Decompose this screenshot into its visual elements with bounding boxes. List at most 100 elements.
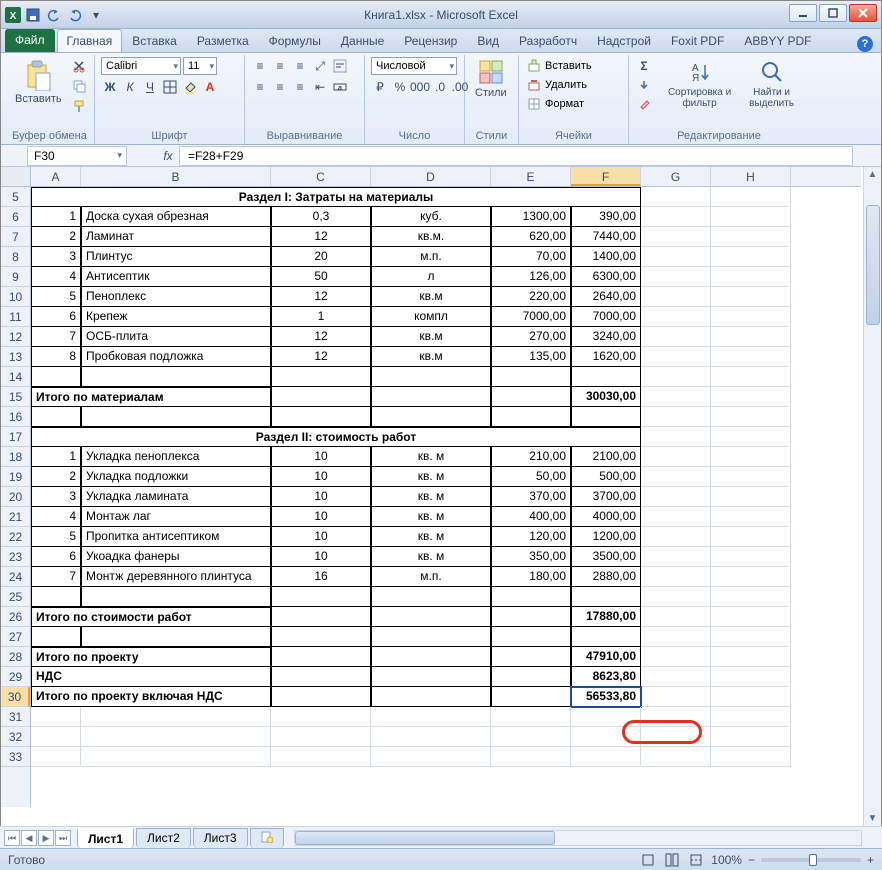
sheet-tab-Лист1[interactable]: Лист1 (77, 828, 134, 848)
fill-icon[interactable] (635, 76, 653, 94)
cells-insert-button[interactable]: Вставить (525, 57, 592, 75)
row-header-19[interactable]: 19 (1, 467, 30, 487)
styles-button[interactable]: Стили (471, 57, 511, 101)
view-normal-icon[interactable] (639, 851, 657, 869)
ribbon-tab-данные[interactable]: Данные (331, 29, 394, 52)
number-format-combo[interactable]: Числовой (371, 57, 457, 75)
ribbon-tab-надстрой[interactable]: Надстрой (587, 29, 661, 52)
inc-dec-icon[interactable]: .0 (431, 78, 449, 96)
indent-dec-icon[interactable]: ⇤ (311, 78, 329, 96)
cell[interactable] (271, 587, 371, 607)
row-number[interactable]: 4 (31, 267, 81, 287)
cell[interactable] (641, 387, 711, 407)
row-header-27[interactable]: 27 (1, 627, 30, 647)
row-header-14[interactable]: 14 (1, 367, 30, 387)
cell[interactable] (371, 407, 491, 427)
sheet-nav-first-icon[interactable]: ⏮ (4, 830, 20, 846)
cell[interactable] (371, 607, 491, 627)
cell[interactable] (81, 367, 271, 387)
cell[interactable] (641, 747, 711, 767)
align-center-icon[interactable]: ≡ (271, 78, 289, 96)
cell[interactable] (641, 667, 711, 687)
item-qty[interactable]: 12 (271, 347, 371, 367)
zoom-out-icon[interactable]: − (748, 853, 755, 867)
cell[interactable] (641, 327, 711, 347)
autosum-icon[interactable]: Σ (635, 57, 653, 75)
cell[interactable] (571, 727, 641, 747)
row-header-33[interactable]: 33 (1, 747, 30, 767)
row-header-8[interactable]: 8 (1, 247, 30, 267)
total-value[interactable]: 47910,00 (571, 647, 641, 667)
cell[interactable] (641, 467, 711, 487)
sheet-tab-Лист3[interactable]: Лист3 (193, 828, 248, 848)
col-header-C[interactable]: C (271, 167, 371, 186)
cell[interactable] (711, 567, 791, 587)
item-unit[interactable]: кв.м (371, 347, 491, 367)
item-price[interactable]: 180,00 (491, 567, 571, 587)
cell[interactable] (81, 747, 271, 767)
total-label[interactable]: Итого по материалам (31, 387, 271, 407)
sheet-nav-prev-icon[interactable]: ◀ (21, 830, 37, 846)
row-header-11[interactable]: 11 (1, 307, 30, 327)
cell[interactable] (371, 387, 491, 407)
fx-icon[interactable]: fx (157, 149, 179, 163)
item-unit[interactable]: кв. м (371, 547, 491, 567)
select-all-corner[interactable] (1, 167, 31, 187)
row-header-28[interactable]: 28 (1, 647, 30, 667)
item-unit[interactable]: кв. м (371, 487, 491, 507)
cell[interactable] (641, 307, 711, 327)
cell[interactable] (711, 707, 791, 727)
cell[interactable] (491, 407, 571, 427)
cell[interactable] (371, 667, 491, 687)
cell[interactable] (641, 647, 711, 667)
cell[interactable] (711, 527, 791, 547)
ribbon-tab-рецензир[interactable]: Рецензир (394, 29, 467, 52)
underline-button[interactable]: Ч (141, 78, 159, 96)
align-left-icon[interactable]: ≡ (251, 78, 269, 96)
cell[interactable] (491, 647, 571, 667)
cell[interactable] (491, 667, 571, 687)
item-name[interactable]: Укоадка фанеры (81, 547, 271, 567)
cell[interactable] (271, 727, 371, 747)
item-qty[interactable]: 1 (271, 307, 371, 327)
item-price[interactable]: 7000,00 (491, 307, 571, 327)
font-name-combo[interactable]: Calibri (101, 57, 181, 75)
cell[interactable] (491, 367, 571, 387)
paste-button[interactable]: Вставить (11, 57, 66, 107)
item-price[interactable]: 350,00 (491, 547, 571, 567)
row-number[interactable]: 2 (31, 467, 81, 487)
item-name[interactable]: Ламинат (81, 227, 271, 247)
item-name[interactable]: Плинтус (81, 247, 271, 267)
row-number[interactable]: 6 (31, 547, 81, 567)
cell[interactable] (491, 687, 571, 707)
borders-button[interactable] (161, 78, 179, 96)
cell[interactable] (641, 547, 711, 567)
sheet-nav-next-icon[interactable]: ▶ (38, 830, 54, 846)
item-sum[interactable]: 390,00 (571, 207, 641, 227)
item-price[interactable]: 1300,00 (491, 207, 571, 227)
zoom-knob[interactable] (809, 854, 817, 866)
cell[interactable] (491, 747, 571, 767)
item-name[interactable]: Пеноплекс (81, 287, 271, 307)
cell[interactable] (271, 647, 371, 667)
item-name[interactable]: Укладка подложки (81, 467, 271, 487)
fill-color-button[interactable] (181, 78, 199, 96)
cell[interactable] (271, 687, 371, 707)
item-qty[interactable]: 0,3 (271, 207, 371, 227)
cell[interactable] (711, 207, 791, 227)
find-select-button[interactable]: Найти и выделить (740, 57, 803, 111)
col-header-B[interactable]: B (81, 167, 271, 186)
col-header-E[interactable]: E (491, 167, 571, 186)
section-header[interactable]: Раздел II: стоимость работ (31, 427, 641, 447)
cell[interactable] (641, 407, 711, 427)
maximize-button[interactable] (819, 4, 847, 22)
cut-icon[interactable] (70, 57, 88, 75)
item-price[interactable]: 135,00 (491, 347, 571, 367)
item-unit[interactable]: кв.м (371, 287, 491, 307)
section-header[interactable]: Раздел I: Затраты на материалы (31, 187, 641, 207)
row-header-21[interactable]: 21 (1, 507, 30, 527)
item-price[interactable]: 620,00 (491, 227, 571, 247)
cell[interactable] (371, 747, 491, 767)
cell[interactable] (711, 287, 791, 307)
cell[interactable] (371, 707, 491, 727)
